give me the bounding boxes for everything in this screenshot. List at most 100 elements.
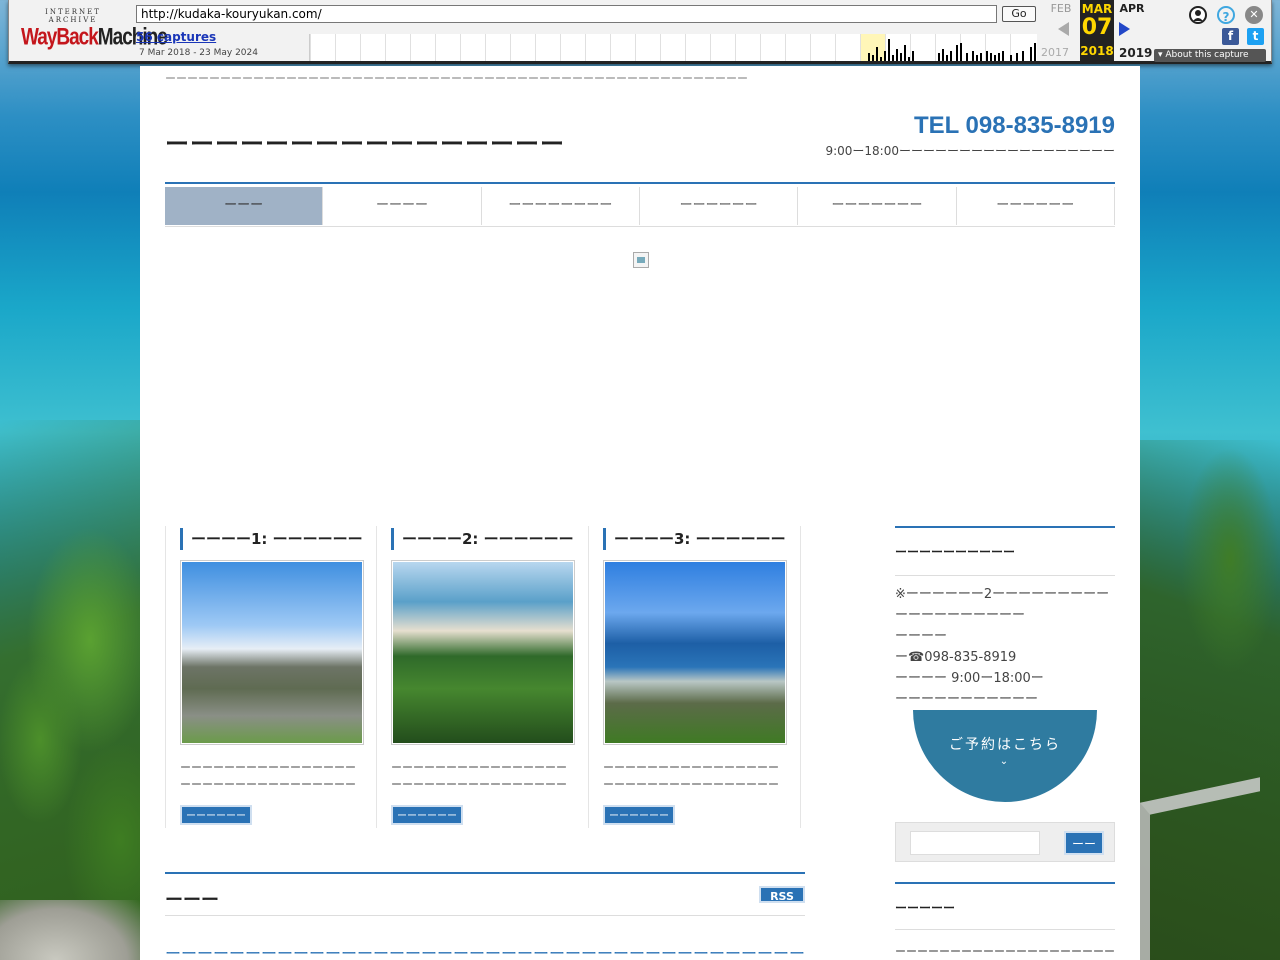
sparkline-divider <box>485 34 486 61</box>
wayback-captures-link[interactable]: 56 captures <box>136 30 216 44</box>
main-nav: ーーー ーーーー ーーーーーーーー ーーーーーー ーーーーーーー ーーーーーー <box>165 182 1115 227</box>
search-box: ーー <box>895 822 1115 862</box>
capture-mark <box>884 51 886 61</box>
wayback-url-input[interactable]: http://kudaka-kouryukan.com/ <box>136 5 997 23</box>
feature-more-button[interactable]: ーーーーーーー <box>391 805 463 842</box>
sparkline-divider <box>910 34 911 61</box>
rss-button[interactable]: RSS <box>759 886 805 903</box>
capture-mark <box>900 53 902 61</box>
wayback-logo-wordmark: WayBackMachine <box>21 24 168 51</box>
nav-item-2[interactable]: ーーーー <box>323 187 482 225</box>
capture-mark <box>1030 47 1032 61</box>
contact-line: ー☎098-835-8919 <box>895 650 1017 665</box>
reservation-label: ご予約はこちら <box>949 737 1061 753</box>
feature-card-2: ーーーー2: ーーーーーー ーーーーーー ーーーーーーーーーーーーーーーーーーーー… <box>377 526 589 842</box>
feature-cards: ーーーー1: ーーーーーー ーーーーーー ーーーーーーーーーーーーーーーーーーーー… <box>165 526 805 842</box>
close-icon[interactable]: ✕ <box>1245 6 1263 24</box>
news-item-link[interactable]: ーーーーーーーーーーーーーーーーーーーーーーーーーーーーーーーーーーーーーーーー… <box>165 940 805 960</box>
sparkline-divider <box>385 34 386 61</box>
wayback-next-year[interactable]: 2019 <box>1119 46 1152 60</box>
sparkline-divider <box>935 34 936 61</box>
wayback-prev-month[interactable]: FEB <box>1047 2 1075 15</box>
sparkline-divider <box>735 34 736 61</box>
site-title[interactable]: ーーーーーーーーーーーーーーーー <box>165 124 565 159</box>
sparkline-divider <box>785 34 786 61</box>
prev-capture-arrow-icon[interactable] <box>1058 22 1069 36</box>
user-account-icon[interactable] <box>1189 6 1207 24</box>
next-capture-arrow-icon[interactable] <box>1119 22 1130 36</box>
sparkline-divider <box>460 34 461 61</box>
contact-line: ーーーー <box>895 629 948 644</box>
sparkline-divider <box>560 34 561 61</box>
nav-item-6[interactable]: ーーーーーー <box>956 187 1115 225</box>
background-fence <box>1140 777 1260 960</box>
news-section-header: ーーー RSS <box>165 872 805 916</box>
feature-photo-coast[interactable] <box>603 560 787 745</box>
capture-mark <box>868 53 870 61</box>
feature-more-button[interactable]: ーーーーーーー <box>603 805 675 842</box>
page-container: ーーーーーーーーーーーーーーーーーーーーーーーーーーーーーーーーーーーーーーーー… <box>140 66 1140 960</box>
capture-mark <box>912 51 914 61</box>
capture-mark <box>1010 55 1012 61</box>
sparkline-divider <box>660 34 661 61</box>
sparkline-divider <box>585 34 586 61</box>
about-heading: ーーーーー <box>895 884 1115 930</box>
sparkline-divider <box>510 34 511 61</box>
nav-item-5[interactable]: ーーーーーーー <box>798 187 957 225</box>
feature-more-button[interactable]: ーーーーーーー <box>180 805 252 842</box>
sidebar: ーーーーーーーーーー ※ーーーーーー2ーーーーーーーーーーーーーーーーーーー ー… <box>895 526 1115 960</box>
wayback-prev-year[interactable]: 2017 <box>1041 46 1069 59</box>
about-this-capture-button[interactable]: ▾ About this capture <box>1154 49 1266 62</box>
nav-item-3[interactable]: ーーーーーーーー <box>481 187 640 225</box>
contact-line: ※ーーーーーー2ーーーーーーーーーーーーーーーーーーー <box>895 587 1110 623</box>
contact-text: ※ーーーーーー2ーーーーーーーーーーーーーーーーーーー ーーーー ー☎098-8… <box>895 584 1115 710</box>
feature-photo-village[interactable] <box>180 560 364 745</box>
help-icon[interactable]: ? <box>1217 6 1235 24</box>
contact-line: ーーーーーーーーーーー <box>895 692 1039 707</box>
capture-mark <box>980 53 982 61</box>
capture-mark <box>896 49 898 61</box>
sparkline-divider <box>435 34 436 61</box>
site-tagline: ーーーーーーーーーーーーーーーーーーーーーーーーーーーーーーーーーーーーーーーー… <box>165 72 748 85</box>
feature-text: ーーーーーーーーーーーーーーーーーーーーーーーーーーーーーーーーーーーーーーーー… <box>180 761 356 791</box>
wayback-next-month[interactable]: APR <box>1117 2 1147 15</box>
twitter-icon[interactable]: t <box>1247 28 1264 45</box>
contact-line: ーーーー 9:00ー18:00ー <box>895 671 1044 686</box>
feature-title: ーーーー1: ーーーーーーーーーーーー <box>180 528 362 550</box>
sparkline-divider <box>835 34 836 61</box>
sparkline-divider <box>360 34 361 61</box>
sparkline-divider <box>760 34 761 61</box>
sparkline-divider <box>410 34 411 61</box>
current-year: 2018 <box>1080 44 1114 58</box>
capture-mark <box>1034 43 1036 61</box>
wayback-logo[interactable]: INTERNET ARCHIVE WayBackMachine <box>21 8 168 52</box>
sparkline-divider <box>685 34 686 61</box>
nav-item-4[interactable]: ーーーーーー <box>639 187 799 225</box>
capture-mark <box>888 39 890 61</box>
capture-mark <box>908 57 910 61</box>
broken-hero-image-icon <box>633 252 649 268</box>
reservation-button[interactable]: ご予約はこちら ⌄ <box>913 710 1097 802</box>
wayback-go-button[interactable]: Go <box>1002 6 1036 22</box>
capture-mark <box>872 55 874 61</box>
capture-mark <box>950 51 952 61</box>
feature-photo-beach-path[interactable] <box>391 560 575 745</box>
about-box: ーーーーー ーーーーーーーーーーーーーーーーーーーーーーーーーーーーーーーーーー… <box>895 882 1115 960</box>
capture-mark <box>1016 53 1018 61</box>
search-input[interactable] <box>910 831 1040 855</box>
feature-card-3: ーーーー3: ーーーーーー ーーーーーー ーーーーーーーーーーーーーーーーーーーー… <box>589 526 801 842</box>
facebook-icon[interactable]: f <box>1222 28 1239 45</box>
feature-text: ーーーーーーーーーーーーーーーーーーーーーーーーーーーーーーーーー <box>603 761 779 791</box>
nav-item-home[interactable]: ーーー <box>165 187 324 225</box>
wayback-toolbar: INTERNET ARCHIVE WayBackMachine http://k… <box>8 0 1272 64</box>
sparkline-divider <box>535 34 536 61</box>
search-button[interactable]: ーー <box>1064 831 1104 855</box>
sparkline-divider <box>710 34 711 61</box>
current-month: MAR <box>1081 2 1113 16</box>
feature-title: ーーーー3: ーーーーーーーーーーーー <box>603 528 786 550</box>
wayback-sparkline[interactable] <box>309 34 1037 61</box>
capture-mark <box>880 57 882 61</box>
feature-card-1: ーーーー1: ーーーーーー ーーーーーー ーーーーーーーーーーーーーーーーーーーー… <box>165 526 377 842</box>
wayback-logo-caption: INTERNET ARCHIVE <box>45 8 101 24</box>
capture-mark <box>990 53 992 61</box>
